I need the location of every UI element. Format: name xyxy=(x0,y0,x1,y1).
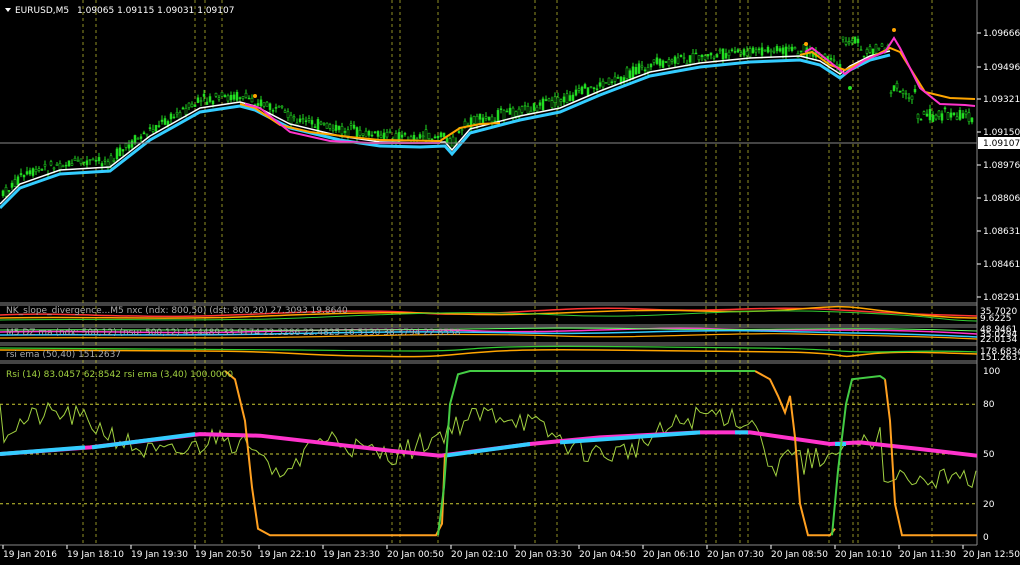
axis-tick: 9.6225 xyxy=(980,314,1012,324)
indicator-label-4: Rsi (14) 83.0457 62.8542 rsi ema (3,40) … xyxy=(6,370,233,380)
time-tick-label: 19 Jan 23:30 xyxy=(323,550,380,560)
ohlc-values: 1.09065 1.09115 1.09031 1.09107 xyxy=(77,6,234,16)
time-tick-label: 20 Jan 11:30 xyxy=(899,550,956,560)
symbol-label: EURUSD,M5 xyxy=(15,6,69,16)
time-tick-label: 20 Jan 08:50 xyxy=(771,550,828,560)
indicator-label-1: NK_slope_divergence...M5 nxc (ndx: 800,5… xyxy=(6,306,348,316)
rsi-tick-label: 50 xyxy=(983,450,995,460)
rsi-tick-label: 80 xyxy=(983,400,995,410)
time-tick-label: 20 Jan 12:50 xyxy=(963,550,1020,560)
time-tick-label: 20 Jan 03:30 xyxy=(515,550,572,560)
signal-dot xyxy=(253,94,257,98)
price-tick-label: 1.09496 xyxy=(983,63,1020,73)
price-tick-label: 1.08291 xyxy=(983,293,1020,303)
time-tick-label: 20 Jan 06:10 xyxy=(643,550,700,560)
time-tick-label: 19 Jan 19:30 xyxy=(131,550,188,560)
time-tick-label: 20 Jan 02:10 xyxy=(451,550,508,560)
time-tick-label: 20 Jan 00:50 xyxy=(387,550,444,560)
signal-dot xyxy=(804,42,808,46)
axis-tick: 151.2637 xyxy=(980,353,1020,363)
time-tick-label: 20 Jan 07:30 xyxy=(707,550,764,560)
axis-tick: 22.0134 xyxy=(980,335,1017,345)
price-tick-label: 1.08976 xyxy=(983,161,1020,171)
signal-dot xyxy=(848,86,852,90)
time-tick-label: 19 Jan 20:50 xyxy=(195,550,252,560)
rsi-tick-label: 0 xyxy=(983,533,989,543)
price-tick-label: 1.08461 xyxy=(983,260,1020,270)
indicator-label-2: M5 DZ ma (ndx: 500,12) (nsu: 500,12) 43.… xyxy=(6,328,461,338)
price-tick-label: 1.08631 xyxy=(983,227,1020,237)
price-tick-label: 1.08806 xyxy=(983,194,1020,204)
current-price-label: 1.09107 xyxy=(983,139,1020,149)
time-tick-label: 20 Jan 10:10 xyxy=(835,550,892,560)
time-tick-label: 19 Jan 18:10 xyxy=(67,550,124,560)
trading-chart[interactable]: EURUSD,M5 1.09065 1.09115 1.09031 1.0910… xyxy=(0,0,1020,565)
time-tick-label: 19 Jan 2016 xyxy=(3,550,57,560)
indicator-label-3: rsi ema (50,40) 151.2637 xyxy=(6,350,121,360)
price-tick-label: 1.09666 xyxy=(983,29,1020,39)
rsi-tick-label: 20 xyxy=(983,500,995,510)
time-tick-label: 20 Jan 04:50 xyxy=(579,550,636,560)
rsi-tick-label: 100 xyxy=(983,367,1000,377)
signal-dot xyxy=(892,28,896,32)
price-tick-label: 1.09150 xyxy=(983,128,1020,138)
time-tick-label: 19 Jan 22:10 xyxy=(259,550,316,560)
price-axis[interactable]: 1.09666 1.09496 1.09321 1.09150 1.08976 1.088… xyxy=(977,29,1020,303)
price-tick-label: 1.09321 xyxy=(983,95,1020,105)
